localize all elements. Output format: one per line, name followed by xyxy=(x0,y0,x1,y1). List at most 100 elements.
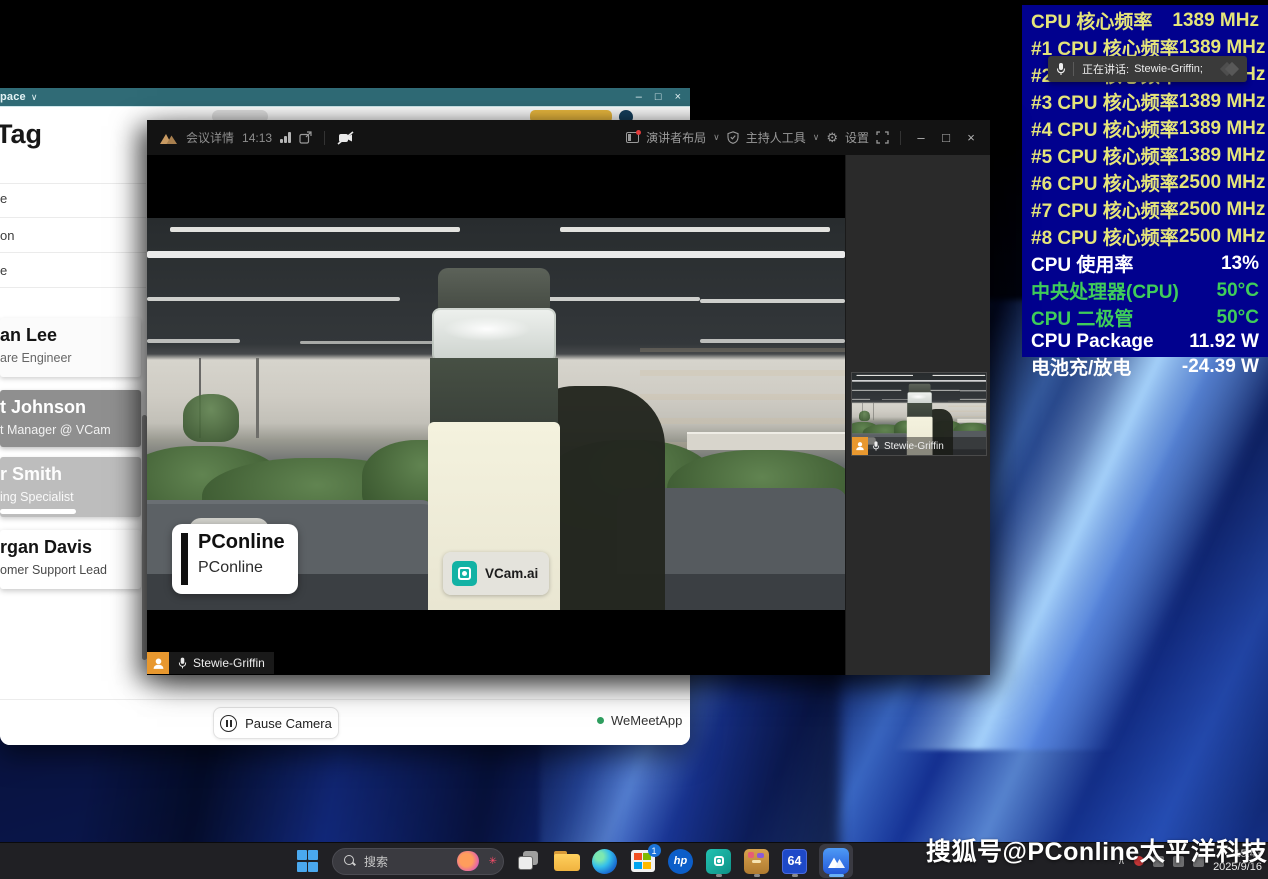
cpu-stat-label: 中央处理器(CPU) xyxy=(1031,277,1179,304)
microphone-icon xyxy=(178,657,187,669)
search-highlight-image[interactable] xyxy=(457,851,479,871)
toast-divider xyxy=(1073,62,1074,76)
vcam-ai-badge: VCam.ai xyxy=(443,552,549,595)
cpu-stat-value: 1389 MHz xyxy=(1179,145,1266,167)
list-item-fragment[interactable]: e xyxy=(0,263,7,278)
cpu-stat-label: CPU 使用率 xyxy=(1031,250,1133,277)
task-view-button[interactable] xyxy=(515,844,542,878)
vcam-titlebar[interactable]: pace ∨ – □ × xyxy=(0,88,690,107)
cpu-stat-label: CPU 二极管 xyxy=(1031,304,1133,331)
start-button[interactable] xyxy=(294,844,321,878)
contact-card[interactable]: t Johnson t Manager @ VCam xyxy=(0,390,141,447)
ceiling-light-strip xyxy=(933,375,986,376)
vcam-taskbar-button[interactable] xyxy=(705,844,732,878)
ceiling-light-strip xyxy=(960,399,987,400)
chevron-down-icon: ∨ xyxy=(713,132,720,143)
cpu-stat-row: #6 CPU 核心频率2500 MHz xyxy=(1022,169,1268,196)
contact-card[interactable]: an Lee are Engineer xyxy=(0,318,141,377)
pause-camera-label: Pause Camera xyxy=(245,716,332,731)
store-icon: 1 xyxy=(631,850,655,872)
hp-app-button[interactable]: hp xyxy=(667,844,694,878)
plant xyxy=(183,394,239,442)
cpu-stat-row: CPU Package11.92 W xyxy=(1022,331,1268,353)
list-divider xyxy=(0,183,146,184)
edge-icon xyxy=(592,849,617,874)
main-video: PConline PConline VCam.ai xyxy=(147,218,845,610)
wemeet-taskbar-button[interactable] xyxy=(819,844,853,878)
chevron-down-icon[interactable]: ∨ xyxy=(31,92,38,103)
fullscreen-icon[interactable] xyxy=(876,131,889,144)
search-box[interactable]: 搜索 ✳ xyxy=(332,848,504,875)
cpu-stat-label: #6 CPU 核心频率 xyxy=(1031,169,1179,196)
running-indicator xyxy=(716,874,722,877)
list-item-fragment[interactable]: on xyxy=(0,228,14,243)
recording-off-icon[interactable] xyxy=(337,131,354,145)
host-tools-menu[interactable]: 主持人工具 xyxy=(746,129,806,146)
cpu-stat-value: 2500 MHz xyxy=(1179,199,1266,221)
meeting-details-label[interactable]: 会议详情 xyxy=(186,129,234,146)
ceiling-light-strip xyxy=(852,390,901,391)
meeting-titlebar[interactable]: 会议详情 14:13 演讲者布局 ∨ 主持人工具 xyxy=(147,120,990,155)
cpu-stat-value: 1389 MHz xyxy=(1172,10,1259,32)
edge-button[interactable] xyxy=(591,844,618,878)
pause-camera-button[interactable]: Pause Camera xyxy=(213,707,339,739)
ceiling-light-strip xyxy=(700,299,845,303)
store-button[interactable]: 1 xyxy=(629,844,656,878)
file-explorer-button[interactable] xyxy=(553,844,580,878)
windows-logo-icon xyxy=(297,850,319,872)
cpu-stat-value: 2500 MHz xyxy=(1179,172,1266,194)
aida64-button[interactable]: 64 xyxy=(781,844,808,878)
contact-card[interactable]: r Smith ing Specialist xyxy=(0,457,141,517)
contact-role: are Engineer xyxy=(0,351,72,365)
card-progress-bar xyxy=(0,509,76,514)
vcam-badge-label: VCam.ai xyxy=(485,566,538,581)
contact-name: an Lee xyxy=(0,325,57,346)
popout-icon[interactable] xyxy=(299,131,312,144)
minimize-button[interactable]: – xyxy=(636,91,642,103)
close-button[interactable]: × xyxy=(675,91,681,103)
speaking-toast: 正在讲话: Stewie-Griffin; xyxy=(1048,56,1247,82)
minimize-button[interactable]: – xyxy=(912,130,930,145)
ceiling-light-strip xyxy=(852,399,870,400)
toolbox-app-button[interactable] xyxy=(743,844,770,878)
cpu-stat-value: -24.39 W xyxy=(1182,356,1259,378)
list-divider xyxy=(0,217,146,218)
cpu-stat-value: 1389 MHz xyxy=(1179,91,1266,113)
layout-menu[interactable]: 演讲者布局 xyxy=(646,129,706,146)
ceiling-light-strip xyxy=(852,380,987,382)
list-divider xyxy=(0,287,146,288)
maximize-button[interactable]: □ xyxy=(655,91,662,103)
status-label: WeMeetApp xyxy=(611,713,682,728)
contact-card[interactable]: rgan Davis omer Support Lead xyxy=(0,530,141,589)
vcam-app-icon xyxy=(706,849,731,874)
contact-role: omer Support Lead xyxy=(0,563,107,577)
search-input[interactable]: 搜索 xyxy=(364,853,449,870)
maximize-button[interactable]: □ xyxy=(937,130,955,145)
cpu-stat-row: #8 CPU 核心频率2500 MHz xyxy=(1022,223,1268,250)
taskbar-center: 搜索 ✳ 1 hp xyxy=(294,843,853,879)
bottle-band xyxy=(907,403,932,418)
ceiling-light-strip xyxy=(856,375,913,376)
speaking-speaker-name: Stewie-Griffin; xyxy=(1134,63,1203,75)
cpu-stat-row: CPU 使用率13% xyxy=(1022,250,1268,277)
chevron-down-icon: ∨ xyxy=(813,132,820,143)
speaking-label: 正在讲话: xyxy=(1082,61,1129,77)
cpu-stat-label: 电池充/放电 xyxy=(1031,353,1131,380)
speaker-chip: Stewie-Griffin xyxy=(169,652,274,674)
status-dot xyxy=(597,717,604,724)
hp-logo-icon: hp xyxy=(668,849,693,874)
layout-icon xyxy=(626,132,639,143)
bottle-cap xyxy=(438,268,550,312)
close-button[interactable]: × xyxy=(962,130,980,145)
running-indicator xyxy=(829,874,844,877)
settings-menu[interactable]: 设置 xyxy=(845,129,869,146)
ceiling-light-strip xyxy=(960,390,987,391)
list-item-fragment[interactable]: e xyxy=(0,191,7,206)
cpu-stat-row: 电池充/放电 -24.39 W xyxy=(1022,353,1268,380)
cpu-stat-row: 中央处理器(CPU)50°C xyxy=(1022,277,1268,304)
cpu-stat-value: 1389 MHz xyxy=(1179,118,1266,140)
watermark: 搜狐号@PConline太平洋科技 xyxy=(926,832,1267,868)
video-thumbnail[interactable]: Stewie-Griffin xyxy=(851,372,987,456)
cpu-stat-row: #5 CPU 核心频率1389 MHz xyxy=(1022,142,1268,169)
microphone-icon xyxy=(872,441,880,451)
